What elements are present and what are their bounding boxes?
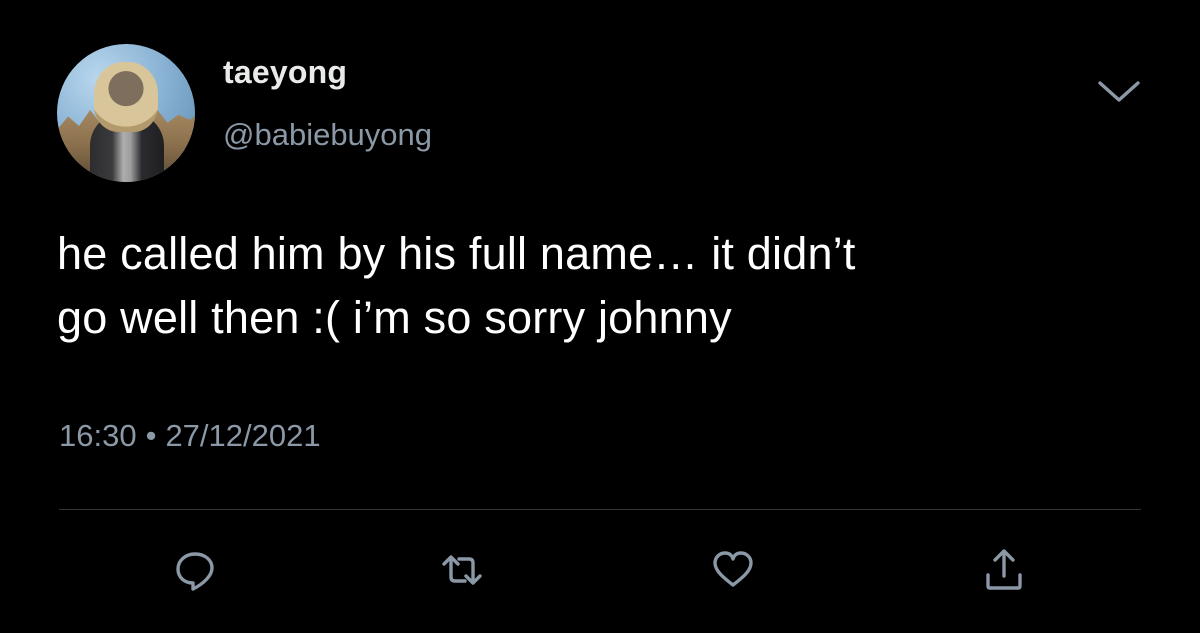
avatar-figure-hood	[94, 62, 158, 132]
heart-icon	[711, 548, 755, 592]
like-button[interactable]	[711, 548, 755, 592]
retweet-button[interactable]	[440, 548, 484, 592]
share-upload-icon	[982, 548, 1026, 592]
tweet-text: he called him by his full name… it didn’…	[57, 222, 1157, 350]
tweet-text-line: he called him by his full name… it didn’…	[57, 228, 856, 279]
share-button[interactable]	[982, 548, 1026, 592]
retweet-arrows-icon	[440, 548, 484, 592]
chevron-down-icon[interactable]	[1097, 80, 1141, 104]
reply-button[interactable]	[173, 548, 217, 592]
tweet-text-line: go well then :( i’m so sorry johnny	[57, 292, 732, 343]
author-handle[interactable]: @babiebuyong	[223, 116, 432, 154]
tweet-date: 27/12/2021	[165, 418, 321, 453]
tweet-card: taeyong @babiebuyong he called him by hi…	[0, 0, 1200, 633]
author-name[interactable]: taeyong	[223, 52, 347, 92]
divider	[59, 509, 1141, 510]
tweet-time: 16:30	[59, 418, 137, 453]
avatar[interactable]	[57, 44, 195, 182]
separator-dot: •	[145, 418, 157, 453]
reply-bubble-icon	[173, 548, 217, 592]
tweet-timestamp[interactable]: 16:30 • 27/12/2021	[59, 416, 321, 456]
